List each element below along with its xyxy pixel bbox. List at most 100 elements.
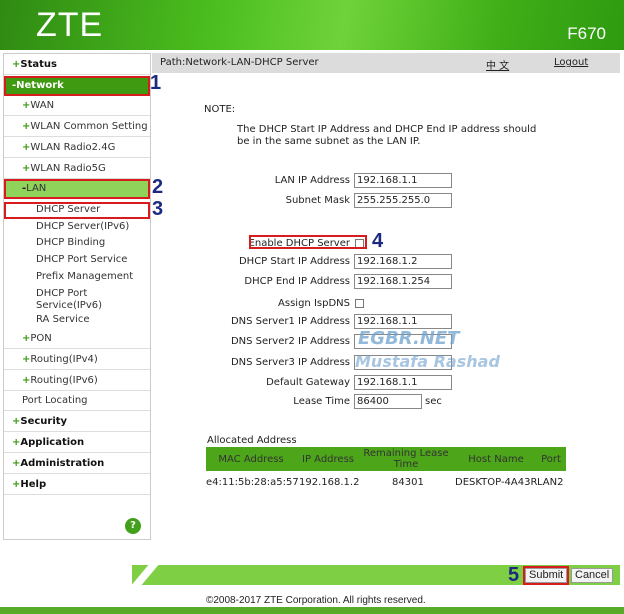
assign-isp-dns-label: Assign IspDNS: [278, 298, 350, 309]
dns1-input[interactable]: 192.168.1.1: [354, 314, 452, 329]
sidebar-item-network[interactable]: -Network: [4, 76, 150, 96]
annotation-number: 5: [508, 564, 520, 586]
sidebar-item-label: Help: [20, 479, 47, 490]
sidebar-item-pon[interactable]: +PON: [4, 329, 150, 349]
dns2-label: DNS Server2 IP Address: [230, 336, 350, 347]
sidebar-item-label: Network: [16, 80, 64, 91]
sidebar-item-lan[interactable]: -LAN: [4, 179, 150, 199]
note-text: The DHCP Start IP Address and DHCP End I…: [237, 124, 537, 135]
sidebar-item-label: PON: [30, 333, 52, 344]
sidebar-item-label: Application: [20, 437, 85, 448]
sidebar-item-administration[interactable]: +Administration: [4, 454, 150, 474]
sidebar-item-label: Prefix Management: [36, 271, 134, 282]
sidebar-item-label: LAN: [26, 183, 47, 194]
sidebar-item-routing-ipv4[interactable]: +Routing(IPv4): [4, 350, 150, 370]
sidebar-item-dhcp-port-service[interactable]: DHCP Port Service: [4, 252, 150, 268]
cell-port: LAN2: [537, 477, 564, 488]
start-ip-input[interactable]: 192.168.1.2: [354, 254, 452, 269]
help-icon[interactable]: ?: [125, 518, 141, 534]
subnet-label: Subnet Mask: [285, 195, 350, 206]
sidebar-item-label: Routing(IPv6): [30, 375, 98, 386]
col-lease: Remaining Lease Time: [363, 448, 449, 470]
sidebar-item-label: Security: [20, 416, 68, 427]
copyright: ©2008-2017 ZTE Corporation. All rights r…: [206, 595, 426, 606]
sidebar-item-label: DHCP Server(IPv6): [36, 221, 130, 232]
stripe-decoration: [131, 565, 159, 585]
footer-edge: [120, 565, 132, 585]
sidebar-item-routing-ipv6[interactable]: +Routing(IPv6): [4, 371, 150, 391]
sidebar-item-label: Administration: [20, 458, 105, 469]
sidebar-item-label: DHCP Binding: [36, 237, 106, 248]
sidebar-item-label: DHCP Port Service: [36, 254, 128, 265]
annotation-number: 3: [152, 198, 164, 220]
dns2-input[interactable]: [354, 334, 452, 349]
annotation-number: 4: [372, 230, 384, 252]
allocated-table-header: MAC Address IP Address Remaining Lease T…: [206, 447, 566, 471]
dns3-label: DNS Server3 IP Address: [230, 357, 350, 368]
cell-ip: 192.168.1.2: [299, 477, 360, 488]
note-title: NOTE:: [204, 104, 236, 115]
cell-lease: 84301: [392, 477, 424, 488]
sidebar-item-label: WLAN Common Setting: [30, 121, 148, 132]
path-bar: Path:Network-LAN-DHCP Server 中 文 Logout: [152, 53, 620, 73]
sidebar-item-prefix-management[interactable]: Prefix Management: [4, 269, 150, 285]
sidebar-item-port-locating[interactable]: Port Locating: [4, 391, 150, 411]
zte-logo: ZTE: [36, 6, 104, 44]
col-mac: MAC Address: [218, 453, 284, 465]
note-text: be in the same subnet as the LAN IP.: [237, 136, 421, 147]
lease-unit: sec: [425, 396, 442, 407]
model-name: F670: [567, 24, 606, 43]
cell-host: DESKTOP-4A43RS: [455, 477, 537, 488]
col-host: Host Name: [468, 453, 524, 465]
sidebar-item-security[interactable]: +Security: [4, 412, 150, 432]
sidebar-item-status[interactable]: +Status: [4, 55, 150, 75]
assign-isp-dns-checkbox[interactable]: [355, 299, 364, 308]
sidebar-item-wlan-common-setting[interactable]: +WLAN Common Setting: [4, 117, 150, 137]
gateway-label: Default Gateway: [266, 377, 350, 388]
sidebar-item-label: WLAN Radio5G: [30, 163, 106, 174]
end-ip-label: DHCP End IP Address: [244, 276, 350, 287]
sidebar-item-wan[interactable]: +WAN: [4, 96, 150, 116]
breadcrumb: Path:Network-LAN-DHCP Server: [160, 57, 319, 68]
lease-label: Lease Time: [293, 396, 350, 407]
allocated-title: Allocated Address: [207, 435, 297, 446]
dns1-label: DNS Server1 IP Address: [230, 316, 350, 327]
lan-ip-input[interactable]: 192.168.1.1: [354, 173, 452, 188]
lease-input[interactable]: 86400: [354, 394, 422, 409]
sidebar: +Status -Network +WAN +WLAN Common Setting +…: [3, 53, 151, 540]
sidebar-item-ra-service[interactable]: RA Service: [4, 312, 150, 328]
gateway-input[interactable]: 192.168.1.1: [354, 375, 452, 390]
header-banner: ZTE F670: [0, 0, 624, 50]
cancel-button[interactable]: Cancel: [571, 568, 614, 583]
subnet-input[interactable]: 255.255.255.0: [354, 193, 452, 208]
sidebar-item-wlan-radio5g[interactable]: +WLAN Radio5G: [4, 159, 150, 179]
cell-mac: e4:11:5b:28:a5:57: [206, 477, 299, 488]
enable-dhcp-highlight: [249, 235, 367, 249]
annotation-number: 2: [152, 176, 164, 198]
sidebar-item-label: Routing(IPv4): [30, 354, 98, 365]
sidebar-item-label: Status: [20, 59, 57, 70]
sidebar-item-label: DHCP Server: [36, 204, 101, 215]
col-ip: IP Address: [302, 453, 354, 465]
sidebar-item-label: WAN: [30, 100, 55, 111]
submit-button[interactable]: Submit: [522, 566, 570, 585]
sidebar-item-label: Port Locating: [22, 395, 88, 406]
bottom-bar: [0, 607, 624, 614]
language-link[interactable]: 中 文: [486, 57, 509, 72]
start-ip-label: DHCP Start IP Address: [238, 256, 350, 267]
sidebar-item-dhcp-server[interactable]: DHCP Server: [4, 202, 150, 219]
dns3-input[interactable]: [354, 355, 452, 370]
end-ip-input[interactable]: 192.168.1.254: [354, 274, 452, 289]
sidebar-item-label: RA Service: [36, 314, 90, 325]
sidebar-item-dhcp-port-service-ipv6[interactable]: DHCP Port Service(IPv6): [4, 286, 150, 312]
sidebar-item-help[interactable]: +Help: [4, 475, 150, 495]
sidebar-item-label: DHCP Port Service(IPv6): [36, 288, 103, 311]
sidebar-item-wlan-radio2-4g[interactable]: +WLAN Radio2.4G: [4, 138, 150, 158]
sidebar-item-label: WLAN Radio2.4G: [30, 142, 116, 153]
annotation-number: 1: [150, 72, 162, 94]
logout-link[interactable]: Logout: [554, 57, 588, 68]
sidebar-item-dhcp-binding[interactable]: DHCP Binding: [4, 235, 150, 251]
sidebar-item-dhcp-server-ipv6[interactable]: DHCP Server(IPv6): [4, 219, 150, 235]
col-port: Port: [541, 453, 561, 465]
sidebar-item-application[interactable]: +Application: [4, 433, 150, 453]
